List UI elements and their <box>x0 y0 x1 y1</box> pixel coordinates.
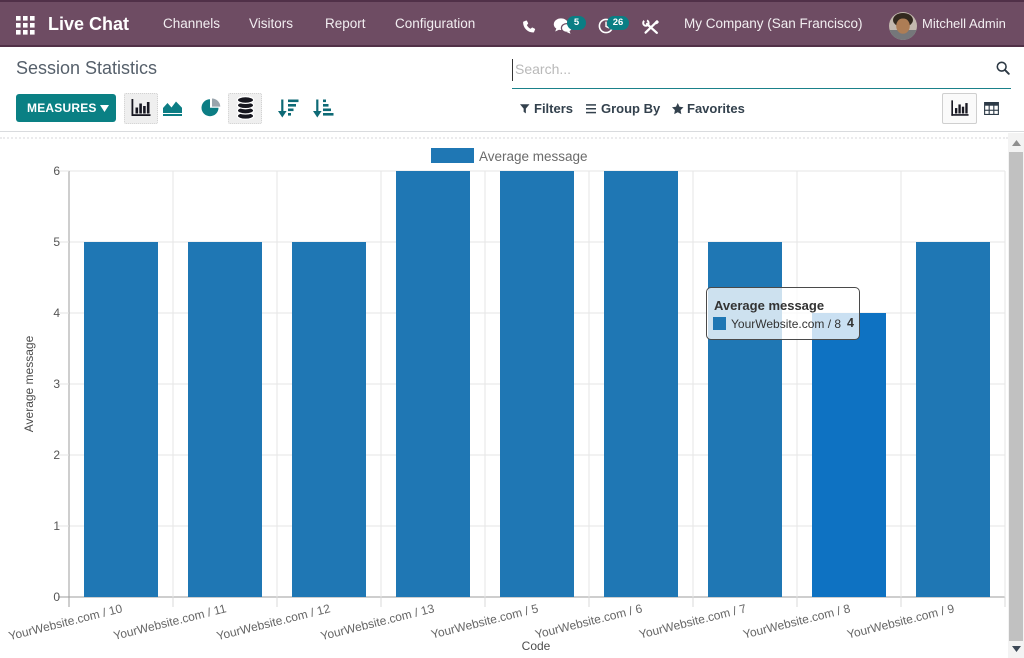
svg-text:5: 5 <box>53 235 60 249</box>
svg-text:3: 3 <box>53 377 60 391</box>
svg-text:2: 2 <box>53 448 60 462</box>
svg-text:YourWebsite.com / 9: YourWebsite.com / 9 <box>846 601 956 641</box>
svg-text:YourWebsite.com / 10: YourWebsite.com / 10 <box>7 601 124 643</box>
svg-text:0: 0 <box>53 590 60 604</box>
svg-text:YourWebsite.com / 11: YourWebsite.com / 11 <box>112 601 228 643</box>
svg-text:YourWebsite.com / 5: YourWebsite.com / 5 <box>430 601 540 641</box>
svg-text:YourWebsite.com / 8: YourWebsite.com / 8 <box>742 601 852 641</box>
svg-text:1: 1 <box>53 519 60 533</box>
svg-text:YourWebsite.com / 6: YourWebsite.com / 6 <box>534 601 644 641</box>
svg-text:YourWebsite.com / 7: YourWebsite.com / 7 <box>638 601 748 641</box>
svg-text:Average message: Average message <box>22 335 36 432</box>
svg-text:Code: Code <box>522 639 551 653</box>
svg-text:4: 4 <box>53 306 60 320</box>
svg-text:Average message: Average message <box>479 149 588 164</box>
svg-text:6: 6 <box>53 164 60 178</box>
svg-text:YourWebsite.com / 12: YourWebsite.com / 12 <box>215 601 332 643</box>
svg-text:YourWebsite.com / 13: YourWebsite.com / 13 <box>319 601 436 643</box>
